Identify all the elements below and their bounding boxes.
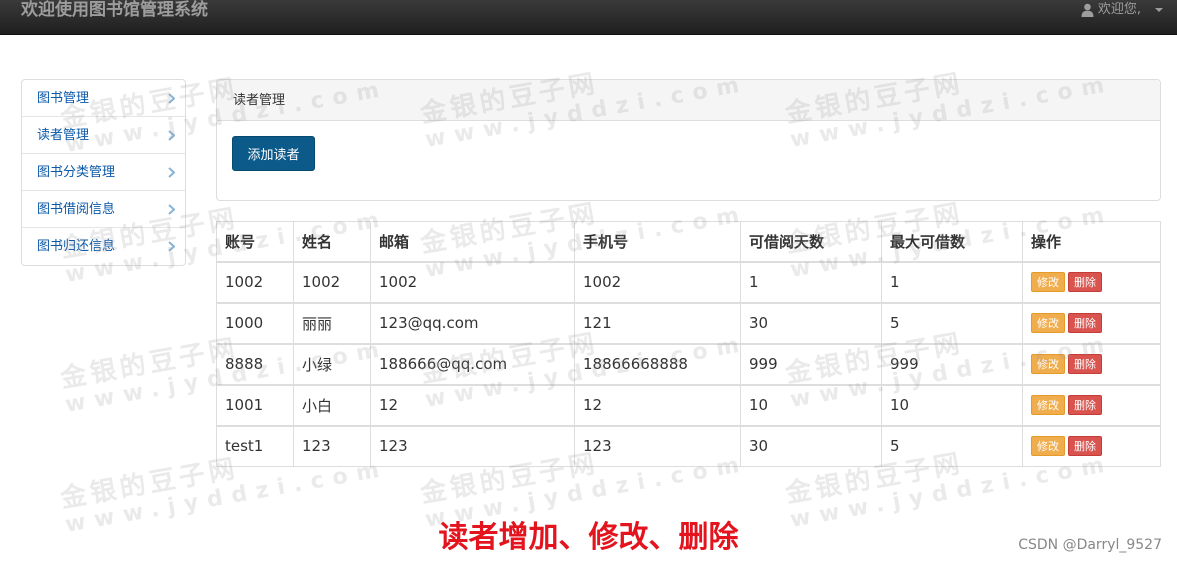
table-row: 8888 小绿 188666@qq.com 18866668888 999 99… [216, 343, 1161, 385]
table-row: 1002 1002 1002 1002 1 1 修改 删除 [216, 261, 1161, 303]
cell-name: 丽丽 [293, 302, 371, 344]
delete-button[interactable]: 删除 [1068, 436, 1102, 457]
sidebar-item-label: 图书分类管理 [37, 165, 116, 180]
add-reader-button[interactable]: 添加读者 [232, 136, 315, 171]
column-header-actions: 操作 [1022, 221, 1161, 262]
credit-text: CSDN @Darryl_9527 [1018, 537, 1162, 553]
delete-button[interactable]: 删除 [1068, 272, 1102, 292]
cell-max-borrow: 10 [881, 384, 1023, 426]
sidebar-item-label: 图书借阅信息 [37, 202, 116, 217]
column-header-phone: 手机号 [574, 221, 741, 262]
delete-button[interactable]: 删除 [1068, 354, 1102, 374]
user-icon [1081, 3, 1094, 17]
table-row: test1 123 123 123 30 5 修改 删除 [216, 425, 1161, 467]
panel-title: 读者管理 [217, 80, 1160, 121]
cell-phone: 123 [574, 425, 741, 467]
table-row: 1001 小白 12 12 10 10 修改 删除 [216, 384, 1161, 426]
cell-actions: 修改 删除 [1022, 302, 1161, 344]
edit-button[interactable]: 修改 [1031, 395, 1065, 415]
cell-name: 小绿 [293, 343, 371, 385]
cell-phone: 121 [574, 302, 741, 344]
chevron-down-icon[interactable] [1155, 8, 1163, 12]
cell-actions: 修改 删除 [1022, 384, 1161, 426]
cell-max-borrow: 999 [881, 343, 1023, 385]
cell-borrow-days: 999 [740, 343, 882, 385]
delete-button[interactable]: 删除 [1068, 313, 1102, 333]
cell-max-borrow: 5 [881, 302, 1023, 344]
sidebar-item-category-management[interactable]: 图书分类管理 [22, 154, 185, 191]
column-header-account: 账号 [216, 221, 294, 262]
reader-table: 账号 姓名 邮箱 手机号 可借阅天数 最大可借数 操作 1002 1002 10… [216, 221, 1161, 467]
caption: 读者增加、修改、删除 [438, 520, 739, 555]
cell-actions: 修改 删除 [1022, 425, 1161, 467]
sidebar-item-borrow-info[interactable]: 图书借阅信息 [22, 191, 185, 228]
column-header-borrow-days: 可借阅天数 [740, 221, 882, 262]
table-row: 1000 丽丽 123@qq.com 121 30 5 修改 删除 [216, 302, 1161, 344]
reader-management-panel: 读者管理 添加读者 [216, 79, 1161, 201]
sidebar-item-return-info[interactable]: 图书归还信息 [22, 228, 185, 265]
user-menu[interactable]: 欢迎您, [1081, 0, 1163, 20]
sidebar-item-label: 读者管理 [37, 128, 90, 143]
edit-button[interactable]: 修改 [1031, 354, 1065, 374]
chevron-right-icon [168, 204, 175, 215]
cell-email: 123@qq.com [370, 302, 575, 344]
app-title: 欢迎使用图书馆管理系统 [21, 0, 208, 20]
edit-button[interactable]: 修改 [1031, 272, 1065, 292]
sidebar-item-label: 图书管理 [37, 91, 90, 106]
cell-max-borrow: 5 [881, 425, 1023, 467]
cell-borrow-days: 30 [740, 425, 882, 467]
cell-email: 123 [370, 425, 575, 467]
cell-name: 1002 [293, 261, 371, 303]
sidebar-item-book-management[interactable]: 图书管理 [22, 80, 185, 117]
user-greeting: 欢迎您, [1097, 2, 1141, 17]
cell-account: test1 [216, 425, 294, 467]
cell-phone: 12 [574, 384, 741, 426]
cell-phone: 18866668888 [574, 343, 741, 385]
cell-phone: 1002 [574, 261, 741, 303]
cell-actions: 修改 删除 [1022, 343, 1161, 385]
cell-actions: 修改 删除 [1022, 261, 1161, 303]
cell-borrow-days: 30 [740, 302, 882, 344]
cell-account: 1001 [216, 384, 294, 426]
cell-account: 1002 [216, 261, 294, 303]
edit-button[interactable]: 修改 [1031, 436, 1065, 457]
sidebar: 图书管理 读者管理 图书分类管理 图书借阅信息 图书归还信息 [21, 79, 186, 266]
column-header-email: 邮箱 [370, 221, 575, 262]
edit-button[interactable]: 修改 [1031, 313, 1065, 333]
sidebar-item-reader-management[interactable]: 读者管理 [22, 117, 185, 154]
cell-max-borrow: 1 [881, 261, 1023, 303]
chevron-right-icon [168, 167, 175, 178]
cell-email: 188666@qq.com [370, 343, 575, 385]
cell-name: 小白 [293, 384, 371, 426]
column-header-name: 姓名 [293, 221, 371, 262]
chevron-right-icon [168, 130, 175, 141]
table-header-row: 账号 姓名 邮箱 手机号 可借阅天数 最大可借数 操作 [216, 221, 1161, 262]
cell-email: 1002 [370, 261, 575, 303]
cell-borrow-days: 1 [740, 261, 882, 303]
cell-account: 8888 [216, 343, 294, 385]
chevron-right-icon [168, 241, 175, 252]
column-header-max-borrow: 最大可借数 [881, 221, 1023, 262]
delete-button[interactable]: 删除 [1068, 395, 1102, 415]
cell-name: 123 [293, 425, 371, 467]
sidebar-item-label: 图书归还信息 [37, 239, 116, 254]
cell-email: 12 [370, 384, 575, 426]
cell-account: 1000 [216, 302, 294, 344]
cell-borrow-days: 10 [740, 384, 882, 426]
chevron-right-icon [168, 93, 175, 104]
top-navbar: 欢迎使用图书馆管理系统 欢迎您, [0, 0, 1177, 35]
